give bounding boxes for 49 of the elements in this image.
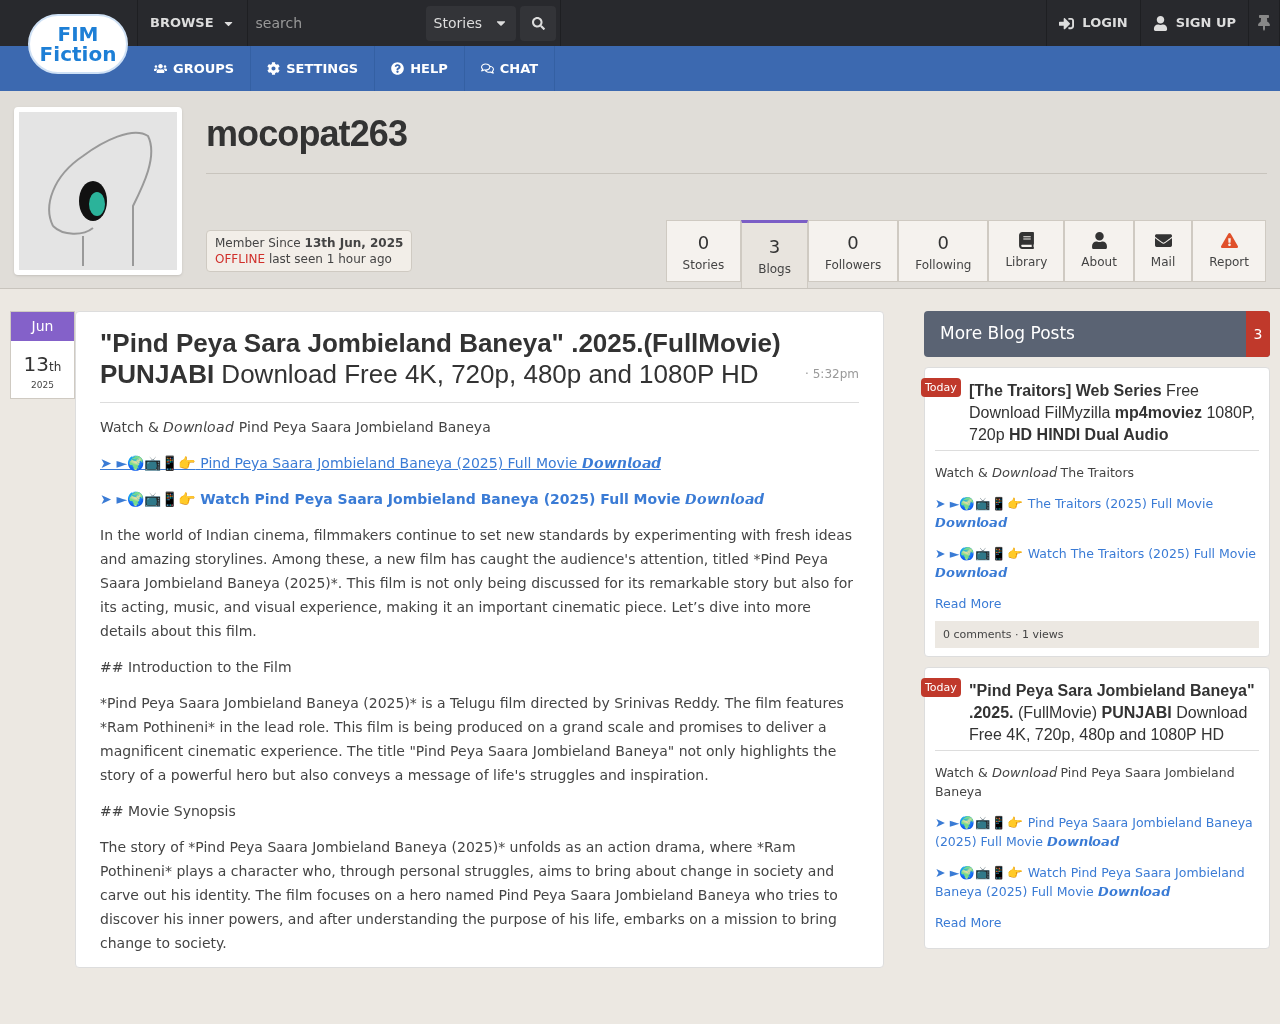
people-icon (154, 62, 167, 75)
paragraph: ## Movie Synopsis (100, 802, 237, 821)
paragraph: In the world of Indian cinema, filmmakers continue to set new standards by experimenting with fresh ideas and amazing storylines. Among these, a new film has caught the audience's attention, titled *Pind Peya Saara Jombieland Baneya (2025)*. This film is not only being discussed for its remarkable story but also for its acting, music, and visual experience, making it an important cinematic piece. Let’s dive into more details about this film. (100, 526, 855, 641)
search-icon (531, 16, 545, 30)
paragraph: The story of *Pind Peya Saara Jombieland Baneya (2025)* unfolds as an action drama, where *Ram Pothineni* plays a character who, through personal struggles, aims to bring about change in society and carve out his identity. The film focuses on a hero named Pind Peya Saara Jombieland Baneya who tries to discover his inner powers, and after understanding the purpose of his life, embarks on a mission to bring change to society. (100, 838, 839, 953)
paragraph: ## Introduction to the Film (100, 658, 293, 677)
gear-icon (267, 62, 281, 75)
user-icon (1090, 231, 1108, 249)
profile-tab[interactable]: Report (1192, 220, 1266, 282)
date-badge: Jun 13th 2025 (10, 311, 75, 399)
profile-tab[interactable]: Mail (1133, 220, 1193, 282)
today-badge: Today (921, 378, 961, 397)
scope-dropdown[interactable]: Stories (425, 5, 517, 41)
movie-link[interactable]: ➤ ►🌍📺📱👉 Watch Pind Peya Saara Jombieland Baneya (2025) Full Movie 𝘿𝙤𝙬𝙣𝙡𝙤𝙖𝙙 (935, 863, 1259, 901)
sidebar-header: More Blog Posts 3 (924, 311, 1270, 357)
post-title: "Pind Peya Sara Jombieland Baneya" .2025.(FullMovie) PUNJABI Download Free 4K, 720p, 480p and 1080P HD (100, 328, 782, 390)
profile-tab[interactable]: 0 Following (898, 220, 989, 282)
book-icon (1017, 231, 1035, 249)
movie-link[interactable]: ➤ ►🌍📺📱👉 The Traitors (2025) Full Movie 𝘿𝙤𝙬𝙣𝙡𝙤𝙖𝙙 (935, 494, 1259, 532)
warning-icon (1220, 231, 1238, 249)
today-badge: Today (921, 678, 961, 697)
help-icon (391, 62, 405, 75)
profile-tab[interactable]: 0 Stories (665, 220, 742, 282)
paragraph: Watch & 𝘋𝘰𝘸𝘯𝘭𝘰𝘢𝘥 Pind Peya Saara Jombieland Baneya (100, 418, 492, 437)
profile-tab[interactable]: 0 Followers (807, 220, 899, 282)
search-field[interactable]: search (247, 0, 426, 46)
profile-tab[interactable]: 3 Blogs (741, 220, 808, 288)
user-icon (1152, 15, 1168, 31)
movie-link[interactable]: ➤ ►🌍📺📱👉 Pind Peya Saara Jombieland Baneya (2025) Full Movie 𝘿𝙤𝙬𝙣𝙡𝙤𝙖𝙙 (935, 813, 1259, 851)
profile-tab[interactable]: About (1064, 220, 1134, 282)
paragraph: Watch & 𝘋𝘰𝘸𝘯𝘭𝘰𝘢𝘥 Pind Peya Saara Jombieland Baneya (935, 764, 1236, 801)
read-more-link[interactable]: Read More (935, 913, 1259, 932)
member-info: Member Since 13th Jun, 2025 OFFLINE last seen 1 hour ago (206, 230, 413, 272)
envelope-icon (1154, 231, 1172, 249)
profile-tab[interactable]: Library (988, 220, 1065, 282)
read-more-link[interactable]: Read More (935, 594, 1259, 613)
username: mocopat263 (206, 107, 1267, 174)
movie-link[interactable]: ➤ ►🌍📺📱👉 Watch Pind Peya Saara Jombieland Baneya (2025) Full Movie 𝘿𝙤𝙬𝙣𝙡𝙤𝙖𝙙 (100, 487, 859, 511)
search-button[interactable] (520, 5, 557, 41)
pin-icon (1256, 15, 1272, 31)
paragraph: *Pind Peya Saara Jombieland Baneya (2025)* is a Telugu film directed by Srinivas Reddy. The film features *Ram Pothineni* in the lead role. This film is being produced on a grand scale and promises to deliver a magnificent cinematic experience. The title "Pind Peya Saara Jombieland Baneya" not only highlights the story of a powerful hero but also conveys a message of life's struggles and inspiration. (100, 694, 845, 785)
paragraph: Watch & 𝘋𝘰𝘸𝘯𝘭𝘰𝘢𝘥 The Traitors (935, 464, 1136, 482)
logo[interactable]: FIM Fiction (28, 14, 128, 74)
movie-link[interactable]: ➤ ►🌍📺📱👉 Watch The Traitors (2025) Full Movie 𝘿𝙤𝙬𝙣𝙡𝙤𝙖𝙙 (935, 544, 1259, 582)
sign-in-icon (1059, 15, 1075, 31)
post-stats: 0 comments · 1 views (935, 621, 1259, 648)
post-time: · 5:32pm (805, 366, 859, 383)
chat-bubbles-icon (480, 62, 494, 75)
movie-link[interactable]: ➤ ►🌍📺📱👉 Pind Peya Saara Jombieland Baneya (2025) Full Movie 𝘿𝙤𝙬𝙣𝙡𝙤𝙖𝙙 (100, 451, 859, 475)
